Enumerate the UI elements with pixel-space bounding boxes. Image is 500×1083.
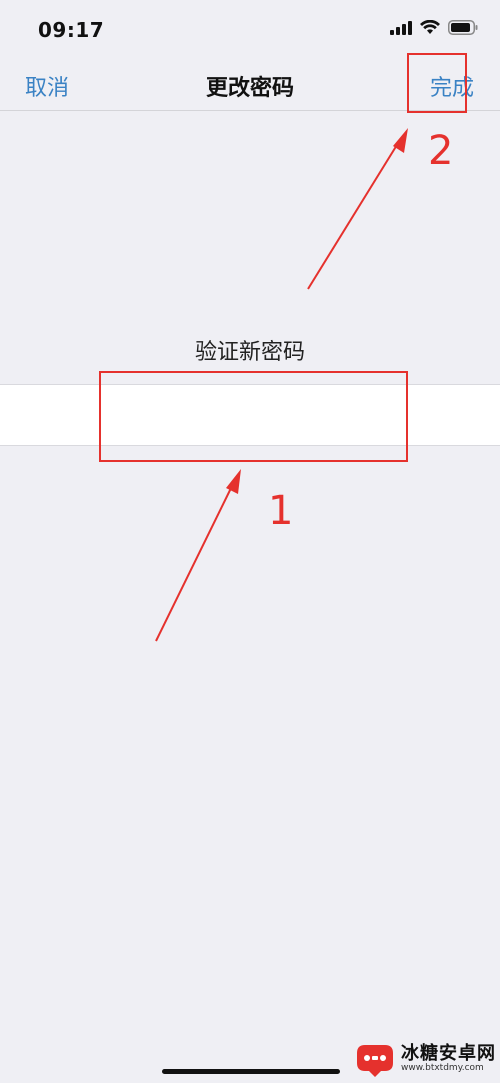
annotation-arrows	[155, 128, 408, 642]
status-time: 09:17	[38, 18, 105, 42]
home-indicator[interactable]	[162, 1069, 340, 1074]
verify-password-label: 验证新密码	[194, 340, 305, 365]
watermark: 冰糖安卓网 www.btxtdmy.com	[353, 1039, 496, 1079]
annotation-box-password-field	[99, 371, 408, 462]
annotation-step-2-label: 2	[428, 128, 454, 174]
watermark-title: 冰糖安卓网	[401, 1043, 496, 1065]
annotation-arrow-2	[307, 139, 401, 290]
watermark-url: www.btxtdmy.com	[401, 1062, 484, 1073]
annotation-arrowhead-2	[393, 128, 408, 153]
annotation-step-1-label: 1	[268, 488, 294, 534]
wifi-icon	[420, 20, 440, 34]
annotation-box-done-button	[407, 53, 467, 113]
signal-icon	[390, 20, 412, 35]
battery-icon	[448, 20, 478, 35]
annotation-arrowhead-1	[226, 469, 241, 494]
watermark-logo-icon	[357, 1045, 393, 1077]
annotation-arrow-1	[155, 481, 235, 642]
status-bar: 09:17	[0, 0, 500, 60]
status-icons	[390, 20, 478, 35]
